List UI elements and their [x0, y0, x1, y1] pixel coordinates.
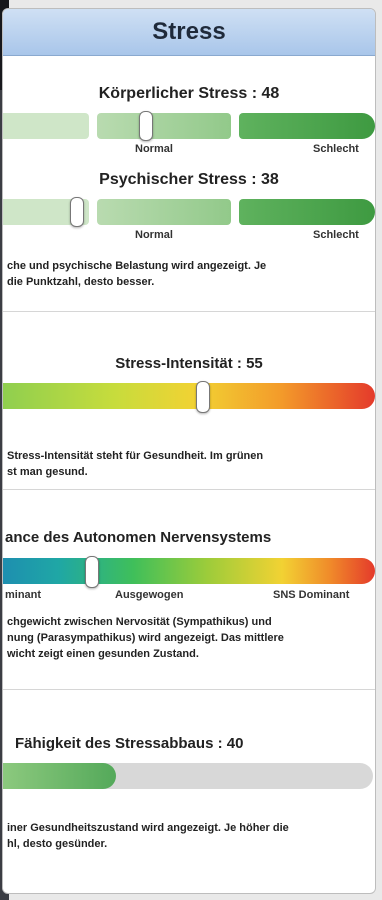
ans-description-line1: chgewicht zwischen Nervosität (Sympathik… [7, 616, 272, 628]
psychological-stress-title: Psychischer Stress : 38 [99, 171, 279, 188]
recovery-description-line2: hl, desto gesünder. [7, 838, 108, 850]
physical-stress-title: Körperlicher Stress : 48 [98, 85, 280, 102]
ans-balance-gauge [3, 556, 375, 588]
stress-description-line1: che und psychische Belastung wird angeze… [7, 260, 267, 272]
page-title: Stress [152, 18, 226, 45]
stress-intensity-title: Stress-Intensität : 55 [115, 355, 263, 372]
psychological-stress-gauge [3, 197, 375, 227]
recovery-description-line1: iner Gesundheitszustand wird angezeigt. … [7, 822, 289, 834]
ans-description-line2: nung (Parasympathikus) wird angezeigt. D… [7, 632, 284, 644]
label-schlecht: Schlecht [313, 143, 359, 155]
gauge-segment-normal [97, 199, 231, 225]
divider [3, 689, 375, 690]
label-schlecht: Schlecht [313, 229, 359, 241]
recovery-bar-fill [3, 763, 116, 789]
divider [3, 489, 375, 490]
physical-stress-gauge [3, 111, 375, 141]
intensity-gradient-bar [3, 383, 375, 409]
stress-panel: Stress Körperlicher Stress : 48 Normal S… [2, 8, 376, 894]
ans-description-line3: wicht zeigt einen gesunden Zustand. [7, 648, 199, 660]
stress-description-line2: die Punktzahl, desto besser. [7, 276, 155, 288]
ans-balance-marker [85, 556, 99, 588]
label-normal: Normal [135, 143, 173, 155]
ans-gradient-bar [3, 558, 375, 584]
intensity-description-line1: Stress-Intensität steht für Gesundheit. … [7, 450, 264, 462]
stress-intensity-marker [196, 381, 210, 413]
stress-recovery-title: Fähigkeit des Stressabbaus : 40 [15, 735, 244, 752]
label-balanced: Ausgewogen [115, 589, 184, 601]
gauge-segment-good [3, 113, 89, 139]
label-normal: Normal [135, 229, 173, 241]
label-pns-dominant: minant [5, 589, 42, 601]
physical-stress-marker [139, 111, 153, 141]
gauge-segment-normal [97, 113, 231, 139]
gauge-segment-bad [239, 113, 375, 139]
gauge-segment-bad [239, 199, 375, 225]
divider [3, 311, 375, 312]
label-sns-dominant: SNS Dominant [273, 589, 350, 601]
intensity-description-line2: st man gesund. [7, 466, 88, 478]
ans-balance-title: ance des Autonomen Nervensystems [5, 529, 272, 546]
stress-recovery-bar [3, 763, 375, 789]
stress-intensity-gauge [3, 381, 375, 413]
panel-header: Stress [3, 9, 375, 56]
psychological-stress-marker [70, 197, 84, 227]
